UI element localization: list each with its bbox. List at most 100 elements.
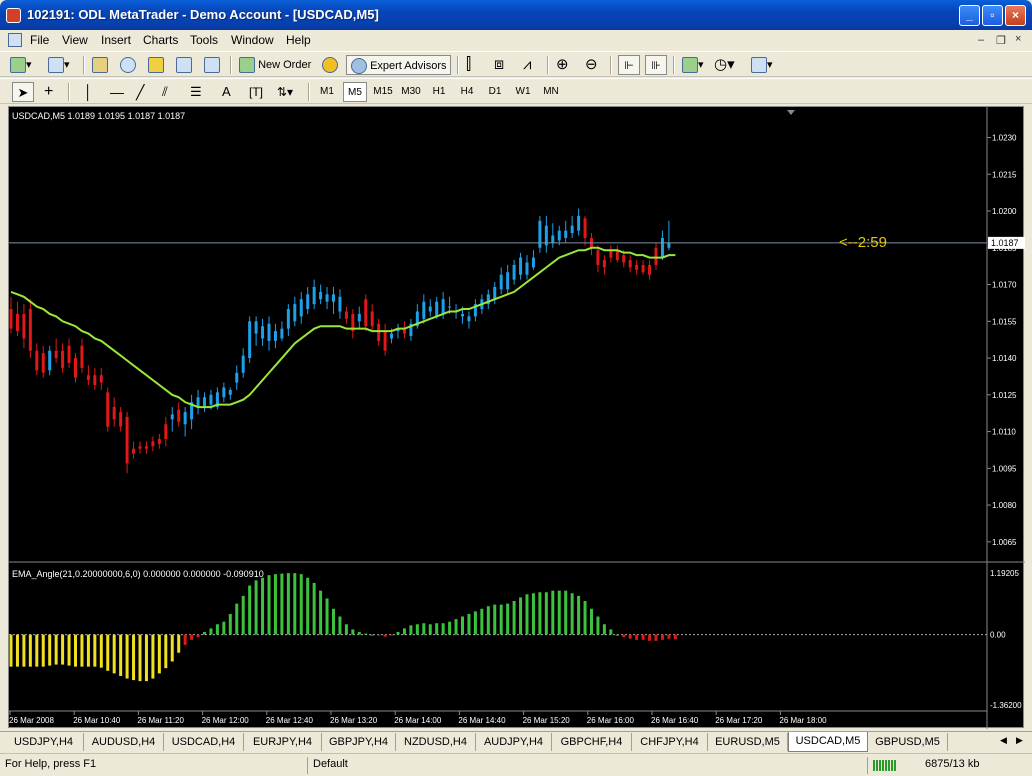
zoom-out-button[interactable]: ⊖ [585, 55, 598, 75]
timeframe-h1[interactable]: H1 [427, 82, 451, 102]
tab-usdcad-m5[interactable]: USDCAD,M5 [788, 732, 868, 752]
market-watch-button[interactable] [92, 55, 108, 75]
tab-gbpjpy-h4[interactable]: GBPJPY,H4 [322, 733, 396, 751]
chart-shift-marker[interactable] [787, 110, 795, 115]
mdi-icon [8, 33, 22, 47]
mdi-close-button[interactable]: × [1015, 33, 1021, 45]
auto-scroll-button[interactable]: ⊩ [618, 55, 640, 75]
tab-eurusd-m5[interactable]: EURUSD,M5 [708, 733, 788, 751]
crosshair-button[interactable]: + [44, 82, 53, 102]
trendline-button[interactable]: ╱ [136, 82, 144, 102]
menu-tools[interactable]: Tools [190, 33, 218, 47]
menu-view[interactable]: View [62, 33, 88, 47]
indicator-bar [570, 593, 574, 635]
price-bar [641, 260, 645, 275]
price-bar [177, 402, 181, 427]
arrows-button[interactable]: ⇅▾ [277, 82, 293, 102]
expert-advisors-button[interactable]: Expert Advisors [346, 55, 452, 75]
profiles-button[interactable]: ▾ [48, 55, 70, 75]
cursor-button[interactable]: ➤ [12, 82, 34, 102]
indicator-bar [35, 634, 39, 667]
fibonacci-retracement-button[interactable]: ☰ [190, 82, 202, 102]
tab-eurjpy-h4[interactable]: EURJPY,H4 [244, 733, 322, 751]
price-bar [261, 318, 265, 346]
text-label-button[interactable]: [T] [249, 82, 263, 102]
price-bar [525, 255, 529, 280]
price-tick-label: 1.0080 [992, 501, 1017, 510]
menu-window[interactable]: Window [231, 33, 274, 47]
indicator-bar [41, 634, 45, 667]
timeframe-w1[interactable]: W1 [511, 82, 535, 102]
horizontal-line-button[interactable]: — [110, 82, 124, 102]
tab-usdjpy-h4[interactable]: USDJPY,H4 [4, 733, 84, 751]
minimize-button[interactable]: _ [959, 5, 980, 26]
chart-window[interactable]: 1.02301.02151.02001.01851.01701.01551.01… [8, 106, 1025, 729]
bar-countdown-label: <--2:59 [839, 234, 887, 251]
timeframe-m1[interactable]: M1 [315, 82, 339, 102]
chart-shift-button[interactable]: ⊪ [645, 55, 667, 75]
tab-usdcad-h4[interactable]: USDCAD,H4 [164, 733, 244, 751]
menu-bar: File View Insert Charts Tools Window Hel… [0, 30, 1032, 50]
tab-scroll-left-icon[interactable]: ◀ [1000, 735, 1007, 746]
tab-gbpusd-m5[interactable]: GBPUSD,M5 [868, 733, 948, 751]
menu-insert[interactable]: Insert [101, 33, 131, 47]
tab-gbpchf-h4[interactable]: GBPCHF,H4 [552, 733, 632, 751]
timeframe-h4[interactable]: H4 [455, 82, 479, 102]
terminal-button[interactable] [176, 55, 192, 75]
profiles-icon [48, 57, 64, 74]
timeframe-mn[interactable]: MN [539, 82, 563, 102]
favorites-button[interactable] [148, 55, 164, 75]
maximize-button[interactable]: ▫ [982, 5, 1003, 26]
timeframe-m30[interactable]: M30 [398, 82, 424, 102]
fibonacci-fan-button[interactable]: ⫽ [162, 82, 168, 102]
navigator-button[interactable] [120, 55, 136, 75]
periods-button[interactable]: ◷▾ [714, 55, 735, 75]
timeframe-m15[interactable]: M15 [370, 82, 396, 102]
price-bar [74, 353, 77, 383]
chart-header: USDCAD,M5 1.0189 1.0195 1.0187 1.0187 [12, 111, 185, 121]
status-bar: For Help, press F1 Default 6875/13 kb [0, 753, 1032, 776]
app-icon [6, 8, 21, 23]
close-button[interactable]: × [1005, 5, 1026, 26]
text-button[interactable]: A [222, 82, 231, 102]
timeframe-d1[interactable]: D1 [483, 82, 507, 102]
metaeditor-button[interactable] [322, 55, 338, 75]
candlestick-button[interactable]: ⧈ [494, 55, 504, 75]
price-bar [80, 338, 84, 373]
tab-audusd-h4[interactable]: AUDUSD,H4 [84, 733, 164, 751]
indicator-bar [364, 633, 368, 635]
window-title: 102191: ODL MetaTrader - Demo Account - … [27, 7, 379, 22]
price-bar [183, 407, 187, 437]
zoom-in-button[interactable]: ⊕ [556, 55, 569, 75]
menu-charts[interactable]: Charts [143, 33, 178, 47]
mdi-minimize-button[interactable]: – [978, 34, 984, 46]
templates-button[interactable]: ▾ [751, 55, 773, 75]
new-chart-button[interactable]: ▾ [10, 55, 32, 75]
indicator-bar [473, 611, 477, 635]
strategy-tester-button[interactable] [204, 55, 220, 75]
tab-nzdusd-h4[interactable]: NZDUSD,H4 [396, 733, 476, 751]
new-order-button[interactable]: New Order [239, 55, 311, 75]
mdi-restore-button[interactable]: ❐ [996, 34, 1006, 47]
indicators-button[interactable]: ▾ [682, 55, 704, 75]
price-bar [396, 323, 400, 339]
vertical-line-button[interactable]: │ [84, 82, 93, 102]
tab-chfjpy-h4[interactable]: CHFJPY,H4 [632, 733, 708, 751]
price-bar [15, 301, 19, 336]
indicator-bar [441, 623, 445, 635]
price-chart[interactable]: 1.02301.02151.02001.01851.01701.01551.01… [9, 107, 1025, 729]
menu-file[interactable]: File [30, 33, 49, 47]
timeframe-m5[interactable]: M5 [343, 82, 367, 102]
indicator-bar [183, 634, 187, 645]
tab-scroll-right-icon[interactable]: ▶ [1016, 735, 1023, 746]
market-watch-icon [92, 57, 108, 74]
tab-audjpy-h4[interactable]: AUDJPY,H4 [476, 733, 552, 751]
indicator-bar [370, 634, 374, 636]
menu-help[interactable]: Help [286, 33, 311, 47]
indicator-bar [615, 634, 619, 636]
bar-chart-button[interactable]: ⫿ [466, 55, 471, 75]
line-chart-button[interactable]: ⩘ [523, 55, 531, 75]
toolbar-separator [83, 56, 85, 74]
price-bar [248, 316, 252, 363]
price-bar [357, 306, 361, 329]
